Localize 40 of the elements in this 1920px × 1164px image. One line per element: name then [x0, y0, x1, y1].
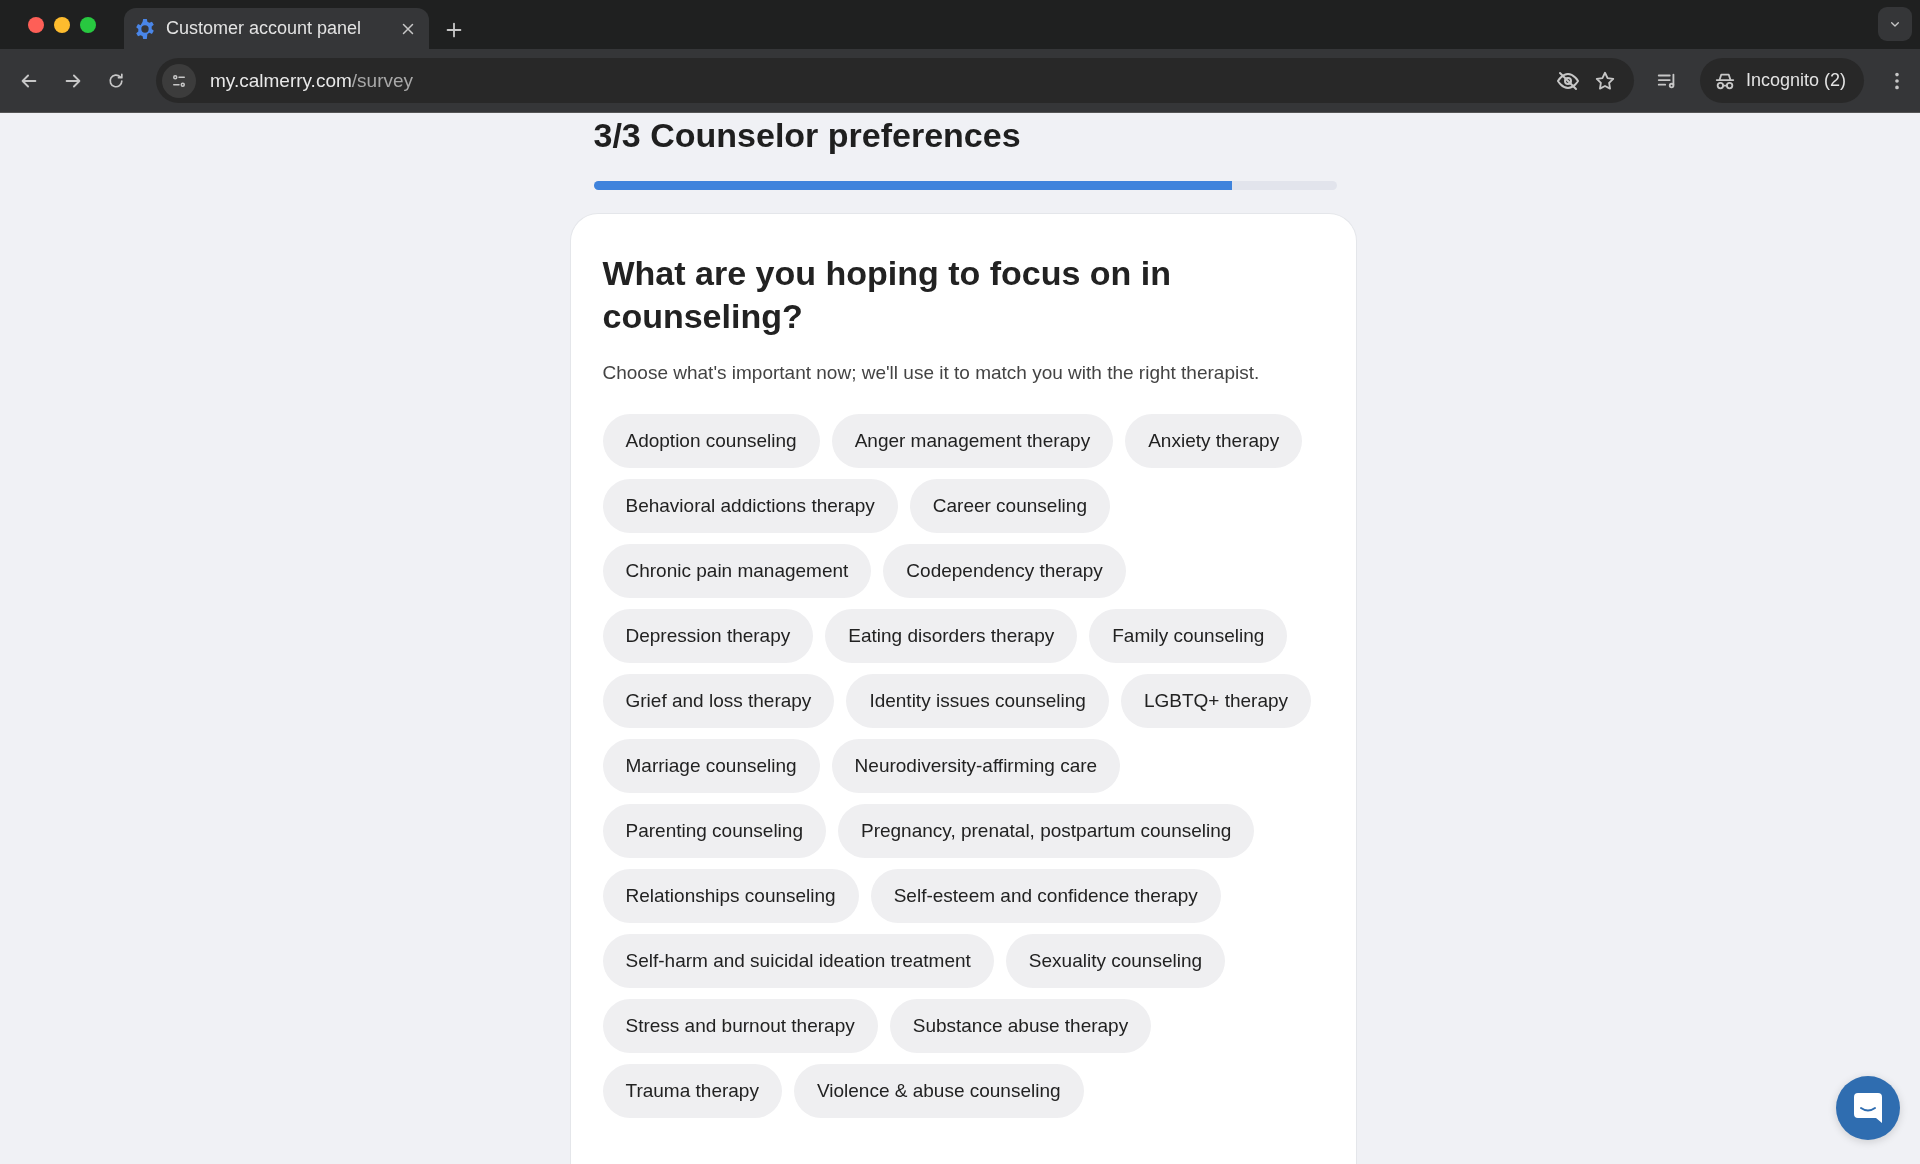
option-chip[interactable]: Chronic pain management: [602, 544, 872, 598]
option-chip[interactable]: Depression therapy: [602, 609, 814, 663]
option-chip[interactable]: Relationships counseling: [602, 869, 859, 923]
chat-icon: [1854, 1093, 1882, 1123]
option-chip[interactable]: Trauma therapy: [602, 1064, 782, 1118]
minimize-window-button[interactable]: [54, 16, 70, 33]
option-chip[interactable]: Behavioral addictions therapy: [602, 479, 898, 533]
close-window-button[interactable]: [28, 16, 44, 33]
option-chip[interactable]: Identity issues counseling: [846, 674, 1109, 728]
star-icon[interactable]: [1593, 69, 1616, 92]
option-chip[interactable]: Stress and burnout therapy: [602, 999, 878, 1053]
incognito-button[interactable]: Incognito (2): [1699, 58, 1864, 103]
address-bar[interactable]: my.calmerry.com/survey: [156, 58, 1634, 103]
option-chip[interactable]: Sexuality counseling: [1005, 934, 1226, 988]
chat-button[interactable]: [1836, 1076, 1900, 1140]
option-chip[interactable]: Anger management therapy: [831, 414, 1114, 468]
option-chip[interactable]: Grief and loss therapy: [602, 674, 835, 728]
maximize-window-button[interactable]: [80, 16, 96, 33]
step-title: 3/3 Counselor preferences: [592, 115, 1022, 155]
option-chip[interactable]: Family counseling: [1089, 609, 1288, 663]
browser-tab[interactable]: Customer account panel: [124, 8, 429, 49]
url-text: my.calmerry.com/survey: [210, 69, 415, 92]
option-chip[interactable]: Substance abuse therapy: [889, 999, 1152, 1053]
question-hint: Choose what's important now; we'll use it to match you with the right therapist.: [602, 362, 1261, 384]
option-chip[interactable]: Career counseling: [909, 479, 1110, 533]
option-chip[interactable]: LGBTQ+ therapy: [1120, 674, 1312, 728]
gear-icon: [134, 17, 156, 40]
option-chip[interactable]: Neurodiversity-affirming care: [831, 739, 1121, 793]
option-chip[interactable]: Self-esteem and confidence therapy: [870, 869, 1221, 923]
option-chip[interactable]: Eating disorders therapy: [825, 609, 1078, 663]
option-chip[interactable]: Adoption counseling: [602, 414, 820, 468]
option-chip[interactable]: Marriage counseling: [602, 739, 820, 793]
option-chip[interactable]: Pregnancy, prenatal, postpartum counseling: [837, 804, 1255, 858]
option-chip[interactable]: Codependency therapy: [883, 544, 1126, 598]
option-chip[interactable]: Anxiety therapy: [1125, 414, 1303, 468]
site-settings-button[interactable]: [162, 63, 196, 98]
option-chip[interactable]: Violence & abuse counseling: [793, 1064, 1084, 1118]
option-chip[interactable]: Parenting counseling: [602, 804, 826, 858]
option-chip[interactable]: Self-harm and suicidal ideation treatment: [602, 934, 994, 988]
question-heading: What are you hoping to focus on in counseling?: [602, 253, 1173, 337]
